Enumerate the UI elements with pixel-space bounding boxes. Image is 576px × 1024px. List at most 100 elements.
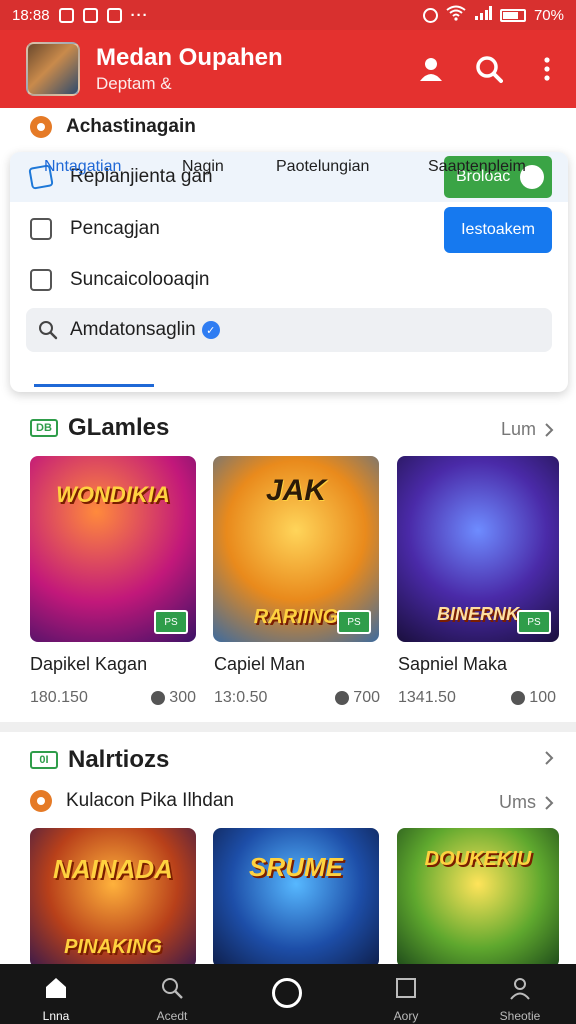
category-icon xyxy=(30,116,52,138)
search-field[interactable]: Amdatonsaglin ✓ xyxy=(26,308,552,352)
game-size: 1341.50 xyxy=(398,689,456,706)
chevron-right-icon xyxy=(545,422,554,437)
nav-search[interactable]: Acedt xyxy=(132,976,212,1023)
overflow-menu-icon[interactable] xyxy=(532,54,562,84)
checkbox-icon xyxy=(30,269,52,291)
game-logo: JAK xyxy=(265,474,326,507)
alarm-icon xyxy=(422,7,438,23)
tab-3[interactable]: Paotelungian xyxy=(276,158,369,176)
game-title[interactable]: Sapniel Maka xyxy=(398,654,507,675)
game-card-2[interactable]: JAK RARIING PS xyxy=(213,456,379,642)
more-label: Lum xyxy=(500,419,536,439)
news-card-2[interactable]: SRUME xyxy=(213,828,379,968)
news-card-1[interactable]: NAINADA PINAKING xyxy=(30,828,196,968)
tab-4[interactable]: Saaptenpleim xyxy=(428,158,526,176)
search-icon[interactable] xyxy=(474,54,504,84)
game-meta: 1341.50 100 xyxy=(398,689,556,707)
section-divider xyxy=(0,722,576,732)
nav-home[interactable]: Lnna xyxy=(16,976,96,1023)
game-card-3[interactable]: BINERNK PS xyxy=(397,456,559,642)
dice-icon xyxy=(30,218,52,240)
news-chevron[interactable] xyxy=(544,750,554,766)
app-bar: Medan Oupahen Deptam & xyxy=(0,30,576,108)
more-notifications-icon: ··· xyxy=(130,6,149,24)
nav-label: Sheotie xyxy=(499,1009,541,1023)
game-count: 300 xyxy=(169,689,196,706)
battery-icon xyxy=(499,8,526,22)
nav-label: Aory xyxy=(393,1009,419,1023)
primary-button[interactable]: Iestoakem xyxy=(444,207,552,253)
news-header: 0I Nalrtiozs xyxy=(30,746,169,774)
download-icon xyxy=(511,691,526,705)
nav-label: Acedt xyxy=(156,1009,188,1023)
news-card-3[interactable]: DOUKEKIU xyxy=(397,828,559,968)
news-subheader: Kulacon Pika Ilhdan xyxy=(30,790,234,812)
platform-tag: PS xyxy=(337,610,371,634)
section-badge: 0I xyxy=(30,751,58,769)
game-size: 13:0.50 xyxy=(214,689,268,706)
notification-icon xyxy=(58,7,74,23)
option-label: Suncaicolooaqin xyxy=(70,269,210,290)
square-icon xyxy=(396,978,416,998)
category-icon xyxy=(30,790,52,812)
status-bar: 18:88 ··· 70% xyxy=(0,0,576,30)
download-icon xyxy=(151,691,166,705)
tab-2[interactable]: Nagin xyxy=(182,158,224,176)
news-logo: DOUKEKIU xyxy=(424,848,532,870)
option-label: Pencagjan xyxy=(70,218,160,239)
game-size: 180.150 xyxy=(30,689,88,706)
nav-profile[interactable]: Sheotie xyxy=(480,976,560,1023)
app-icon xyxy=(106,7,122,23)
games-more-link[interactable]: Lum xyxy=(501,419,554,440)
battery-level: 70% xyxy=(533,6,564,24)
news-title: Nalrtiozs xyxy=(68,746,170,773)
section-title: Achastinagain xyxy=(66,116,196,137)
active-tab-indicator xyxy=(34,384,154,387)
game-title[interactable]: Dapikel Kagan xyxy=(30,654,147,675)
search-icon xyxy=(162,978,183,999)
news-art xyxy=(213,828,379,968)
game-meta: 13:0.50 700 xyxy=(214,689,380,707)
verified-icon: ✓ xyxy=(201,321,220,339)
games-title: GLamles xyxy=(68,414,170,441)
game-meta: 180.150 300 xyxy=(30,689,196,707)
news-logo: SRUME xyxy=(249,852,343,882)
platform-tag: PS xyxy=(154,610,188,634)
section-badge: DB xyxy=(30,419,58,437)
game-count: 100 xyxy=(529,689,556,706)
bottom-nav: Lnna Acedt Aory Sheotie xyxy=(0,964,576,1024)
app-title: Medan Oupahen xyxy=(96,44,283,71)
news-logo-sub: PINAKING xyxy=(64,936,162,958)
chevron-right-icon xyxy=(545,751,554,765)
platform-tag: PS xyxy=(517,610,551,634)
app-subtitle: Deptam & xyxy=(96,74,172,93)
image-icon xyxy=(82,7,98,23)
profile-icon[interactable] xyxy=(416,54,446,84)
app-logo[interactable] xyxy=(26,42,80,96)
news-subtitle: Kulacon Pika Ilhdan xyxy=(66,790,234,811)
nav-label: Lnna xyxy=(42,1009,70,1023)
game-card-1[interactable]: WONDIKIA PS xyxy=(30,456,196,642)
game-count: 700 xyxy=(353,689,380,706)
games-header: DB GLamles xyxy=(30,414,169,442)
news-logo: NAINADA xyxy=(53,854,173,884)
option-row-2[interactable]: Pencagjan xyxy=(30,218,160,240)
search-value: Amdatonsaglin xyxy=(70,319,196,340)
home-icon xyxy=(46,978,66,998)
option-row-3[interactable]: Suncaicolooaqin xyxy=(30,269,209,291)
chevron-right-icon xyxy=(545,795,554,810)
options-card: Replanjienta gan Broloac Pencagjan Iesto… xyxy=(10,152,568,392)
more-label: Ums xyxy=(499,792,536,812)
signal-icon xyxy=(474,6,492,24)
home-circle-icon[interactable] xyxy=(272,978,302,1008)
download-icon xyxy=(335,691,350,705)
profile-icon xyxy=(510,978,530,1000)
search-icon xyxy=(39,321,58,340)
nav-apps[interactable]: Aory xyxy=(366,976,446,1023)
news-more-link[interactable]: Ums xyxy=(499,792,554,813)
game-title[interactable]: Capiel Man xyxy=(214,654,305,675)
game-logo: WONDIKIA xyxy=(56,482,170,507)
tab-1[interactable]: Nntagatian xyxy=(44,158,121,176)
wifi-icon xyxy=(446,5,466,25)
section-header: Achastinagain xyxy=(30,116,196,138)
